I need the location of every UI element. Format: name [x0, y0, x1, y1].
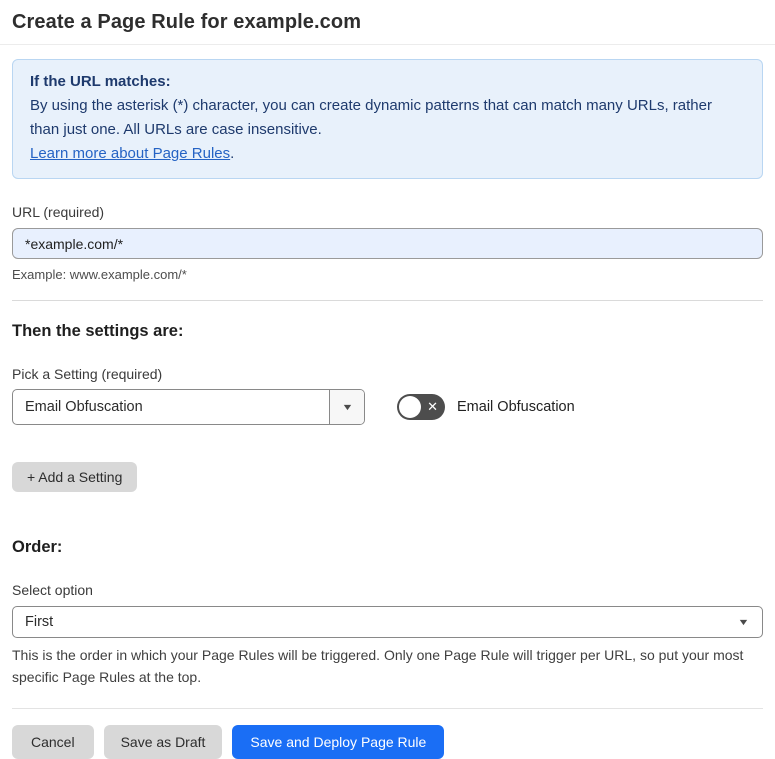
- toggle-label: Email Obfuscation: [457, 399, 575, 415]
- learn-more-link[interactable]: Learn more about Page Rules: [30, 145, 230, 162]
- setting-row: Email Obfuscation ▼ ✕ Email Obfuscation: [12, 389, 763, 425]
- url-input[interactable]: [12, 228, 763, 259]
- setting-select[interactable]: Email Obfuscation ▼: [12, 389, 365, 425]
- page-title: Create a Page Rule for example.com: [12, 11, 362, 33]
- info-box-body-text: By using the asterisk (*) character, you…: [30, 97, 712, 138]
- email-obfuscation-toggle[interactable]: ✕: [397, 394, 445, 420]
- toggle-off-x-icon: ✕: [427, 399, 438, 415]
- link-suffix: .: [230, 145, 235, 162]
- footer-actions: Cancel Save as Draft Save and Deploy Pag…: [12, 725, 763, 759]
- info-box-link-line: Learn more about Page Rules.: [30, 142, 745, 166]
- url-match-info-box: If the URL matches: By using the asteris…: [12, 59, 763, 179]
- add-setting-button[interactable]: + Add a Setting: [12, 462, 138, 492]
- info-box-body: By using the asterisk (*) character, you…: [30, 94, 745, 142]
- setting-select-arrow-button[interactable]: ▼: [329, 390, 364, 424]
- order-heading: Order:: [12, 538, 63, 556]
- info-box-heading: If the URL matches:: [30, 73, 171, 90]
- cancel-button[interactable]: Cancel: [12, 725, 94, 759]
- footer-divider: [12, 708, 763, 709]
- setting-select-value: Email Obfuscation: [25, 399, 143, 415]
- order-select-value: First: [25, 614, 54, 630]
- chevron-down-icon: ▼: [340, 402, 354, 412]
- section-divider: [12, 300, 763, 301]
- url-field-label: URL (required): [12, 204, 105, 220]
- save-draft-button[interactable]: Save as Draft: [103, 725, 223, 759]
- order-select-label: Select option: [12, 582, 93, 598]
- chevron-down-icon: ▼: [737, 617, 750, 627]
- toggle-knob: [399, 396, 421, 418]
- page-rule-form: Create a Page Rule for example.com If th…: [0, 0, 775, 759]
- title-divider: [0, 44, 775, 45]
- settings-heading: Then the settings are:: [12, 322, 184, 340]
- url-example-text: Example: www.example.com/*: [12, 267, 187, 282]
- save-deploy-button[interactable]: Save and Deploy Page Rule: [232, 725, 445, 759]
- order-helper-text: This is the order in which your Page Rul…: [12, 647, 744, 685]
- pick-setting-label: Pick a Setting (required): [12, 366, 163, 382]
- order-select[interactable]: First ▼: [12, 606, 763, 638]
